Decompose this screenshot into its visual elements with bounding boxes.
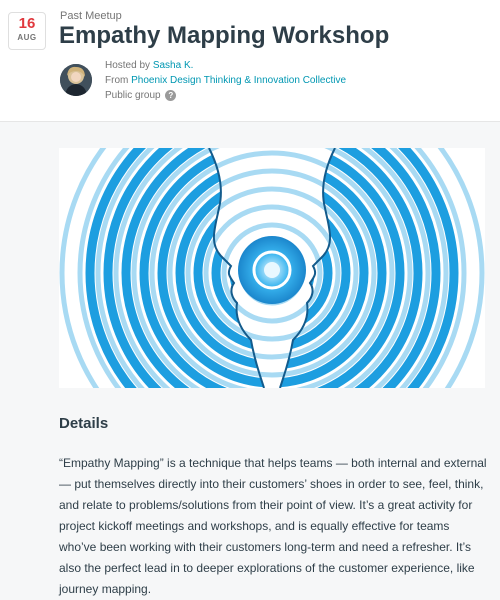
details-description: “Empathy Mapping” is a technique that he… [59,456,487,596]
help-icon[interactable]: ? [165,89,177,101]
event-hero-image [59,148,485,388]
details-heading: Details [59,415,109,432]
event-header: 16 AUG Past Meetup Empathy Mapping Works… [0,0,500,122]
group-link[interactable]: Phoenix Design Thinking & Innovation Col… [131,75,346,86]
two-profiles-facing-ripple-icon [59,148,485,388]
date-month: AUG [17,33,37,42]
page-title: Empathy Mapping Workshop [59,22,390,49]
event-status: Past Meetup [60,10,122,22]
avatar[interactable] [60,64,92,96]
date-badge: 16 AUG [8,12,46,50]
date-day: 16 [18,15,36,32]
host-photo-icon [60,64,92,96]
visibility-label: Public group [105,90,161,101]
group-line: From Phoenix Design Thinking & Innovatio… [105,73,346,88]
hosted-by-label: Hosted by [105,60,153,71]
host-name-link[interactable]: Sasha K. [153,60,194,71]
from-label: From [105,75,132,86]
hosted-by-line: Hosted by Sasha K. [105,58,346,73]
visibility-line: Public group ? [105,88,346,103]
host-info: Hosted by Sasha K. From Phoenix Design T… [105,58,346,103]
